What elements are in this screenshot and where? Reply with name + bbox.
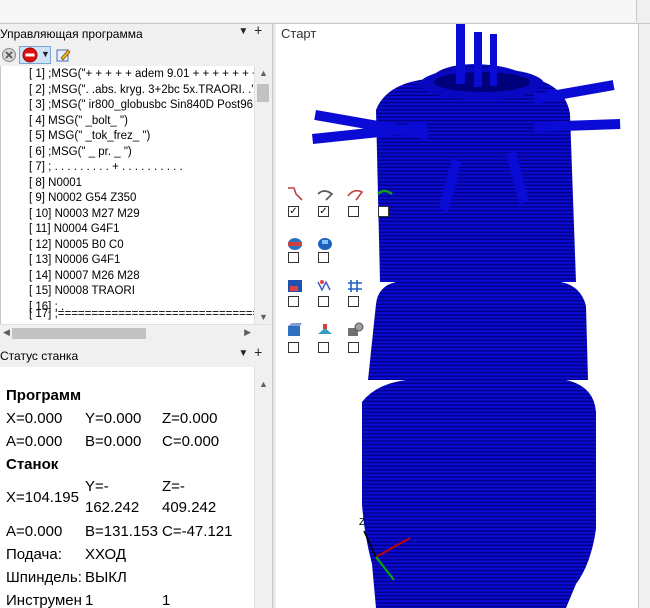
blank-stock-icon[interactable] (286, 236, 304, 252)
machine-y-value-line1: Y=- (85, 478, 109, 495)
edit-icon (56, 49, 71, 62)
tool-checkbox[interactable] (288, 296, 299, 307)
program-horizontal-scrollbar[interactable]: ◀ ▶ (0, 324, 271, 341)
dropdown-arrow-icon[interactable]: ▼ (238, 26, 254, 37)
path-red-icon[interactable] (346, 186, 364, 202)
spindle-value: ВЫКЛ (85, 569, 127, 586)
program-line[interactable]: [ 9] N0002 G54 Z350 (29, 192, 136, 207)
program-x-value: X=0.000 (6, 410, 63, 427)
axis-z-label: Z (359, 517, 366, 528)
rapid-path-checkbox[interactable]: ✓ (288, 206, 299, 217)
feed-path-icon[interactable] (316, 186, 334, 202)
machine-y-value-line2: 162.242 (85, 499, 140, 516)
machine-z-value-line1: Z=- (162, 478, 185, 495)
program-line[interactable]: [ 4] MSG(" _bolt_ ") (29, 115, 128, 130)
program-panel-title: Управляющая программа (0, 27, 143, 41)
path-green-checkbox[interactable] (378, 206, 389, 217)
program-y-value: Y=0.000 (85, 410, 142, 427)
part-checkbox[interactable] (318, 252, 329, 263)
status-vertical-scrollbar[interactable]: ▲ (254, 367, 271, 608)
part-icon[interactable] (316, 236, 334, 252)
program-line[interactable]: [ 10] N0003 M27 M29 (29, 208, 140, 223)
program-line[interactable]: [ 7] ; . . . . . . . . . + . . . . . . .… (29, 161, 183, 176)
program-z-value: Z=0.000 (162, 410, 218, 427)
machine-c-value: C=-47.121 (162, 523, 233, 540)
program-line[interactable]: [ 15] N0008 TRAORI (29, 285, 135, 300)
fixture-icon[interactable] (316, 322, 334, 338)
toolpath-tree-icon[interactable] (316, 278, 334, 294)
program-line[interactable]: [ 12] N0005 B0 C0 (29, 239, 124, 254)
program-line[interactable]: [ 1] ;MSG("+ + + + + adem 9.01 + + + + +… (29, 68, 254, 83)
spindle-label: Шпиндель: (6, 569, 82, 586)
status-panel-title: Статус станка (0, 349, 79, 363)
tool-value-2: 1 (162, 592, 171, 608)
program-line[interactable]: [ 5] MSG(" _tok_frez_ ") (29, 130, 150, 145)
program-line[interactable]: [ 13] N0006 G4F1 (29, 254, 120, 269)
status-panel-header: Статус станка ▼ⵜ (0, 346, 272, 366)
top-toolbar-strip (0, 0, 650, 24)
tool-icon[interactable] (286, 278, 304, 294)
toolpath-tree-checkbox[interactable] (318, 296, 329, 307)
stop-program-button[interactable]: ▼ (19, 46, 51, 64)
program-c-value: C=0.000 (162, 433, 220, 450)
machine-x-value: X=104.195 (6, 489, 79, 506)
feed-value: ХХОД (85, 546, 127, 563)
close-icon (2, 48, 16, 62)
blank-stock-checkbox[interactable] (288, 252, 299, 263)
pin-icon[interactable]: ⵜ (254, 348, 268, 359)
app-window: Управляющая программа ▼ⵜ ▼ [ 1] ;MSG("+ (0, 0, 650, 608)
program-panel-header: Управляющая программа ▼ⵜ (0, 24, 272, 44)
program-line[interactable]: [ 6] ;MSG(" _ pr. _ ") (29, 146, 132, 161)
scroll-up-icon[interactable]: ▲ (259, 68, 268, 78)
panel-splitter[interactable] (272, 24, 275, 608)
program-toolbar: ▼ (0, 44, 272, 66)
tool-label: Инструмен (6, 592, 82, 608)
program-code-list[interactable]: [ 1] ;MSG("+ + + + + adem 9.01 + + + + +… (0, 66, 254, 324)
program-line[interactable]: [ 2] ;MSG(". .abs. kryg. 3+2bc 5x.TRAORI… (29, 84, 254, 99)
machine-box-checkbox[interactable] (288, 342, 299, 353)
program-a-value: A=0.000 (6, 433, 63, 450)
pin-icon[interactable]: ⵜ (254, 26, 268, 37)
program-vertical-scrollbar[interactable]: ▲ ▼ (254, 66, 271, 324)
grid-icon[interactable] (346, 278, 364, 294)
program-line[interactable]: [ 17] ;================================ (29, 308, 254, 323)
program-section-header: Программ (6, 387, 82, 404)
path-green-icon[interactable] (376, 186, 394, 202)
tool-value-1: 1 (85, 592, 94, 608)
viewport-title: Старт (281, 26, 317, 41)
machine-section-header: Станок (6, 456, 59, 473)
rapid-path-icon[interactable] (286, 186, 304, 202)
feed-label: Подача: (6, 546, 62, 563)
machine-assembly-icon[interactable] (346, 322, 364, 338)
chevron-down-icon: ▼ (41, 49, 50, 59)
right-panel-edge (638, 24, 650, 608)
scroll-left-icon[interactable]: ◀ (3, 327, 10, 338)
scroll-right-icon[interactable]: ▶ (244, 327, 251, 338)
machine-assembly-checkbox[interactable] (348, 342, 359, 353)
stop-icon (22, 47, 38, 63)
machine-status-area: Программ X=0.000 Y=0.000 Z=0.000 A=0.000… (0, 367, 254, 608)
scroll-down-icon[interactable]: ▼ (259, 312, 268, 322)
close-program-button[interactable] (0, 46, 18, 64)
program-b-value: B=0.000 (85, 433, 142, 450)
machine-z-value-line2: 409.242 (162, 499, 217, 516)
scroll-up-icon[interactable]: ▲ (259, 379, 268, 389)
program-line[interactable]: [ 11] N0004 G4F1 (29, 223, 120, 238)
fixture-checkbox[interactable] (318, 342, 329, 353)
path-red-checkbox[interactable] (348, 206, 359, 217)
machine-box-icon[interactable] (286, 322, 304, 338)
machined-part-model (312, 24, 621, 608)
program-line[interactable]: [ 14] N0007 M26 M28 (29, 270, 140, 285)
dropdown-arrow-icon[interactable]: ▼ (238, 348, 254, 359)
program-line[interactable]: [ 3] ;MSG(" ir800_globusbc Sin840D Post9… (29, 99, 253, 114)
machine-b-value: B=131.153 (85, 523, 158, 540)
grid-checkbox[interactable] (348, 296, 359, 307)
edit-program-button[interactable] (54, 46, 72, 64)
machine-a-value: A=0.000 (6, 523, 63, 540)
scroll-thumb[interactable] (257, 84, 269, 102)
program-line[interactable]: [ 8] N0001 (29, 177, 82, 192)
simulation-viewport[interactable]: Старт Z ✓ ✓ (276, 24, 638, 608)
feed-path-checkbox[interactable]: ✓ (318, 206, 329, 217)
scroll-thumb[interactable] (12, 328, 146, 339)
